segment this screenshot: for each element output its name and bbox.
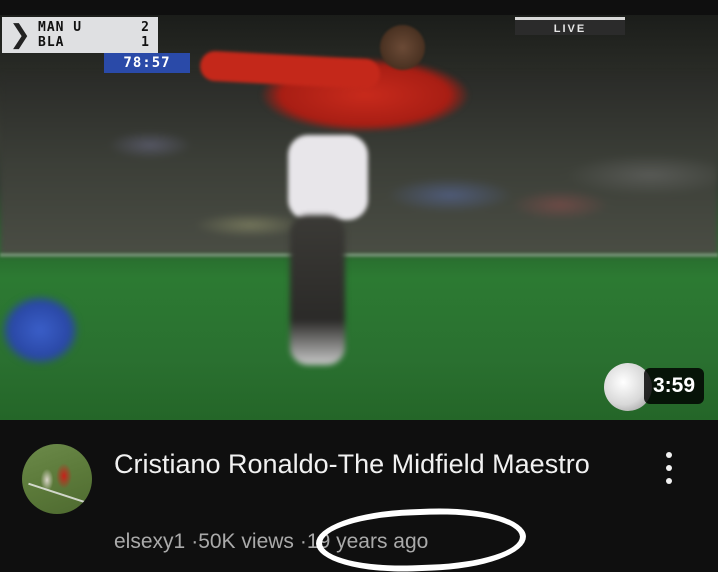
channel-name[interactable]: elsexy1 (114, 530, 185, 553)
video-thumbnail[interactable]: ❯ MAN U 2 BLA 1 78:57 LIVE 3:59 (0, 15, 718, 420)
away-score: 1 (141, 35, 150, 50)
avatar-pitch-line (28, 482, 86, 504)
pitch-line (0, 253, 718, 257)
more-vert-icon[interactable] (655, 448, 683, 488)
home-score: 2 (141, 20, 150, 35)
defender-figure (0, 275, 110, 385)
away-team: BLA (38, 35, 65, 50)
view-count: 50K views (198, 530, 294, 553)
chevron-right-icon: ❯ (9, 20, 31, 50)
player-legs (290, 215, 345, 365)
live-badge: LIVE (515, 17, 625, 35)
video-meta: Cristiano Ronaldo-The Midfield Maestro e… (0, 420, 718, 572)
hand-drawn-circle (314, 505, 528, 572)
channel-avatar[interactable] (22, 444, 92, 514)
separator-dot: · (299, 530, 307, 553)
video-title[interactable]: Cristiano Ronaldo-The Midfield Maestro (114, 446, 634, 483)
player-shorts (288, 135, 368, 220)
scoreboard: ❯ MAN U 2 BLA 1 (2, 17, 158, 53)
home-team: MAN U (38, 20, 83, 35)
player-head (380, 25, 425, 70)
duration-badge: 3:59 (643, 368, 704, 404)
match-clock: 78:57 (104, 53, 190, 73)
